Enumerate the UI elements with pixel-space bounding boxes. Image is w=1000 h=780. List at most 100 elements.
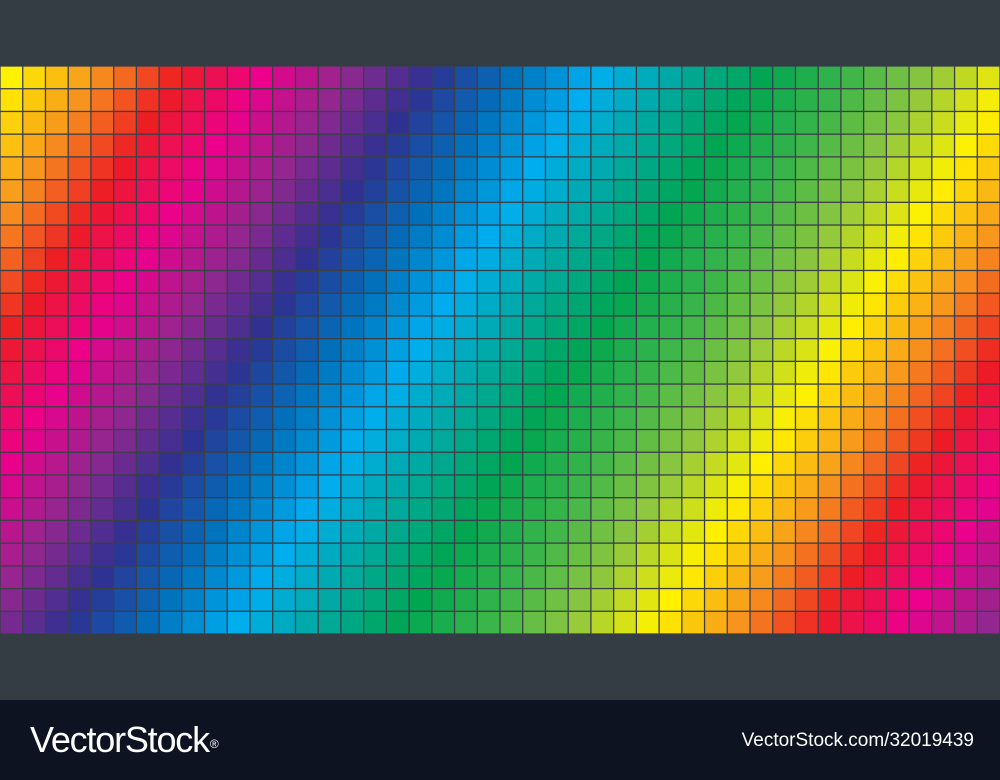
- mosaic-tile: [659, 566, 682, 588]
- mosaic-tile: [568, 339, 591, 361]
- mosaic-tile: [568, 566, 591, 588]
- mosaic-tile: [364, 430, 386, 452]
- mosaic-tile: [68, 202, 91, 225]
- mosaic-tile: [0, 543, 23, 566]
- mosaic-tile: [455, 407, 477, 429]
- mosaic-tile: [91, 112, 113, 134]
- mosaic-tile: [137, 66, 159, 89]
- mosaic-tile: [273, 271, 295, 293]
- mosaic-tile: [727, 180, 750, 202]
- mosaic-tile: [0, 566, 23, 588]
- mosaic-tile: [796, 498, 818, 520]
- mosaic-tile: [0, 248, 23, 270]
- mosaic-tile: [887, 566, 909, 588]
- mosaic-tile: [955, 112, 977, 134]
- mosaic-tile: [91, 157, 113, 179]
- mosaic-tile: [841, 407, 863, 429]
- mosaic-tile: [705, 430, 727, 452]
- mosaic-tile: [682, 66, 704, 89]
- mosaic-tile: [614, 134, 636, 157]
- mosaic-tile: [46, 384, 68, 407]
- mosaic-tile: [614, 157, 636, 179]
- mosaic-tile: [932, 566, 954, 588]
- mosaic-tile: [727, 384, 750, 407]
- mosaic-tile: [523, 430, 545, 452]
- mosaic-tile: [727, 225, 750, 248]
- mosaic-tile: [773, 316, 795, 338]
- mosaic-tile: [523, 134, 545, 157]
- mosaic-tile: [932, 384, 954, 407]
- mosaic-tile: [818, 521, 841, 543]
- mosaic-tile: [0, 66, 23, 89]
- mosaic-tile: [705, 134, 727, 157]
- mosaic-tile: [637, 134, 659, 157]
- mosaic-tile: [932, 362, 954, 384]
- mosaic-tile: [182, 407, 204, 429]
- mosaic-tile: [0, 180, 23, 202]
- mosaic-tile: [91, 293, 113, 316]
- mosaic-tile: [546, 316, 568, 338]
- mosaic-tile: [591, 316, 613, 338]
- mosaic-tile: [432, 66, 454, 89]
- mosaic-tile: [568, 362, 591, 384]
- mosaic-tile: [727, 407, 750, 429]
- mosaic-tile: [23, 225, 45, 248]
- mosaic-tile: [296, 225, 318, 248]
- mosaic-tile: [546, 589, 568, 611]
- mosaic-tile: [46, 611, 68, 634]
- mosaic-tile: [477, 475, 500, 498]
- mosaic-tile: [68, 475, 91, 498]
- mosaic-tile: [705, 362, 727, 384]
- mosaic-tile: [432, 202, 454, 225]
- mosaic-tile: [614, 293, 636, 316]
- mosaic-tile: [932, 134, 954, 157]
- mosaic-tile: [796, 521, 818, 543]
- mosaic-tile: [864, 384, 886, 407]
- mosaic-tile: [227, 384, 250, 407]
- mosaic-tile: [523, 543, 545, 566]
- mosaic-tile: [227, 339, 250, 361]
- mosaic-tile: [182, 362, 204, 384]
- mosaic-tile: [659, 611, 682, 634]
- mosaic-tile: [750, 589, 773, 611]
- mosaic-tile: [796, 112, 818, 134]
- mosaic-tile: [727, 543, 750, 566]
- mosaic-tile: [818, 316, 841, 338]
- mosaic-tile: [0, 430, 23, 452]
- mosaic-tile: [23, 112, 45, 134]
- mosaic-tile: [841, 589, 863, 611]
- mosaic-tile: [773, 611, 795, 634]
- mosaic-tile: [455, 566, 477, 588]
- mosaic-tile: [318, 157, 341, 179]
- mosaic-tile: [182, 293, 204, 316]
- mosaic-tile: [682, 521, 704, 543]
- mosaic-tile: [841, 66, 863, 89]
- mosaic-tile: [909, 611, 932, 634]
- mosaic-tile: [432, 543, 454, 566]
- mosaic-tile: [137, 157, 159, 179]
- mosaic-tile: [773, 271, 795, 293]
- mosaic-tile: [955, 589, 977, 611]
- mosaic-tile: [818, 66, 841, 89]
- mosaic-tile: [23, 89, 45, 111]
- mosaic-tile: [818, 89, 841, 111]
- mosaic-tile: [659, 112, 682, 134]
- mosaic-tile: [137, 112, 159, 134]
- mosaic-tile: [591, 407, 613, 429]
- mosaic-tile: [0, 589, 23, 611]
- mosaic-tile: [296, 134, 318, 157]
- mosaic-tile: [387, 316, 409, 338]
- mosaic-tile: [46, 112, 68, 134]
- mosaic-tile: [296, 589, 318, 611]
- mosaic-tile: [159, 611, 182, 634]
- mosaic-tile: [500, 180, 523, 202]
- mosaic-tile: [296, 112, 318, 134]
- mosaic-tile: [887, 407, 909, 429]
- mosaic-tile: [637, 407, 659, 429]
- mosaic-tile: [682, 430, 704, 452]
- mosaic-tile: [887, 589, 909, 611]
- mosaic-tile: [46, 248, 68, 270]
- mosaic-tile: [614, 475, 636, 498]
- mosaic-tile: [432, 157, 454, 179]
- mosaic-tile: [182, 339, 204, 361]
